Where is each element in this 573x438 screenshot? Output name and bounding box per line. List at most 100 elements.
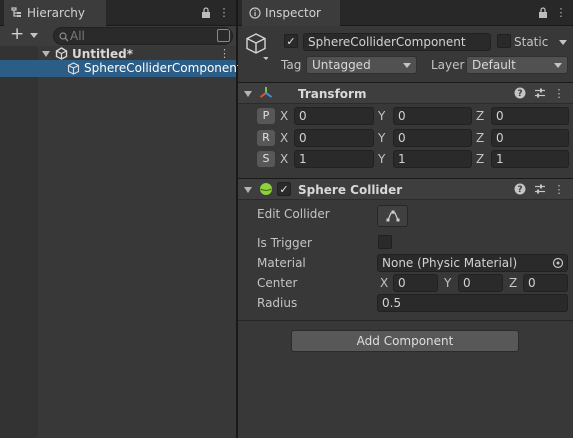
info-icon bbox=[248, 7, 261, 20]
cube-icon bbox=[67, 62, 80, 78]
transform-title: Transform bbox=[298, 87, 367, 101]
presets-icon[interactable] bbox=[533, 182, 547, 196]
chevron-down-icon bbox=[554, 63, 562, 68]
material-value: None (Physic Material) bbox=[382, 256, 518, 270]
kebab-menu-icon[interactable]: ⋮ bbox=[217, 5, 231, 19]
tab-inspector-label: Inspector bbox=[265, 6, 321, 20]
object-name-field[interactable]: SphereColliderComponent bbox=[303, 33, 491, 51]
static-dropdown-icon[interactable] bbox=[559, 40, 567, 45]
sphere-collider-foldout-icon[interactable] bbox=[244, 187, 252, 193]
lock-icon[interactable] bbox=[199, 5, 213, 19]
component-divider bbox=[238, 320, 573, 321]
edit-collider-label: Edit Collider bbox=[257, 207, 330, 221]
rotation-x-field[interactable]: 0 bbox=[294, 129, 374, 147]
object-picker-icon[interactable] bbox=[552, 257, 564, 271]
scale-z-field[interactable]: 1 bbox=[491, 150, 569, 168]
radius-field[interactable]: 0.5 bbox=[377, 294, 568, 312]
list-item[interactable]: SphereColliderComponent bbox=[0, 60, 242, 78]
center-z-field[interactable]: 0 bbox=[523, 274, 568, 292]
transform-scale-row: S X 1 Y 1 Z 1 bbox=[238, 150, 573, 170]
active-checkbox[interactable]: ✓ bbox=[284, 34, 298, 48]
kebab-menu-icon[interactable]: ⋮ bbox=[554, 5, 568, 19]
tab-hierarchy[interactable]: Hierarchy bbox=[4, 0, 106, 26]
tab-hierarchy-label: Hierarchy bbox=[27, 6, 86, 20]
tag-value: Untagged bbox=[312, 58, 371, 72]
transform-foldout-icon[interactable] bbox=[244, 91, 252, 97]
axis-label-x: X bbox=[280, 152, 289, 166]
hierarchy-icon bbox=[10, 7, 23, 20]
hierarchy-tab-bar: Hierarchy ⋮ bbox=[0, 0, 236, 26]
tag-label: Tag bbox=[281, 58, 302, 72]
transform-position-row: P X 0 Y 0 Z 0 bbox=[238, 107, 573, 127]
hierarchy-panel: Hierarchy ⋮ + All Untitled* ⋮ SphereColl… bbox=[0, 0, 242, 438]
rotation-z-field[interactable]: 0 bbox=[491, 129, 569, 147]
scale-x-field[interactable]: 1 bbox=[294, 150, 374, 168]
radius-label: Radius bbox=[257, 296, 298, 310]
gameobject-cube-icon[interactable] bbox=[246, 32, 269, 65]
axis-label-x: X bbox=[380, 276, 389, 290]
static-label: Static bbox=[514, 35, 549, 49]
sphere-collider-enabled-checkbox[interactable]: ✓ bbox=[277, 182, 291, 196]
sphere-collider-title: Sphere Collider bbox=[298, 183, 403, 197]
axis-label-y: Y bbox=[444, 276, 452, 290]
material-field[interactable]: None (Physic Material) bbox=[377, 254, 568, 272]
search-icon bbox=[59, 30, 69, 44]
axis-label-x: X bbox=[280, 109, 289, 123]
axis-label-z: Z bbox=[476, 109, 485, 123]
center-label: Center bbox=[257, 276, 298, 290]
sphere-collider-icon bbox=[259, 182, 273, 199]
transform-rotation-row: R X 0 Y 0 Z 0 bbox=[238, 129, 573, 149]
center-y-field[interactable]: 0 bbox=[458, 274, 503, 292]
is-trigger-label: Is Trigger bbox=[257, 236, 312, 250]
static-checkbox[interactable] bbox=[497, 34, 511, 48]
kebab-menu-icon[interactable]: ⋮ bbox=[552, 86, 566, 100]
position-y-field[interactable]: 0 bbox=[393, 107, 472, 125]
position-z-field[interactable]: 0 bbox=[491, 107, 569, 125]
position-button[interactable]: P bbox=[257, 108, 275, 124]
layer-dropdown[interactable]: Default bbox=[466, 56, 568, 74]
scale-y-field[interactable]: 1 bbox=[393, 150, 472, 168]
plus-icon[interactable]: + bbox=[10, 26, 24, 43]
axis-label-y: Y bbox=[378, 152, 386, 166]
scene-foldout-icon[interactable] bbox=[42, 51, 50, 57]
hierarchy-toolbar: + All bbox=[0, 26, 236, 46]
axis-label-z: Z bbox=[476, 131, 485, 145]
list-item-label: SphereColliderComponent bbox=[84, 61, 242, 75]
search-options-icon[interactable] bbox=[217, 29, 230, 42]
material-label: Material bbox=[257, 256, 306, 270]
edit-collider-icon bbox=[386, 210, 400, 225]
rotation-y-field[interactable]: 0 bbox=[393, 129, 472, 147]
inspector-tab-bar: Inspector ⋮ bbox=[238, 0, 573, 26]
is-trigger-checkbox[interactable] bbox=[378, 235, 392, 249]
layer-label: Layer bbox=[431, 58, 465, 72]
axis-label-x: X bbox=[280, 131, 289, 145]
svg-text:?: ? bbox=[517, 185, 522, 195]
presets-icon[interactable] bbox=[533, 86, 547, 100]
axis-label-y: Y bbox=[378, 109, 386, 123]
chevron-down-icon bbox=[403, 63, 411, 68]
edit-collider-button[interactable] bbox=[377, 205, 408, 227]
hierarchy-tree: Untitled* ⋮ SphereColliderComponent bbox=[0, 46, 242, 438]
layer-value: Default bbox=[472, 58, 516, 72]
tag-dropdown[interactable]: Untagged bbox=[306, 56, 417, 74]
kebab-menu-icon[interactable]: ⋮ bbox=[552, 182, 566, 196]
axis-label-z: Z bbox=[509, 276, 518, 290]
search-input[interactable]: All bbox=[53, 27, 233, 45]
tab-inspector[interactable]: Inspector bbox=[242, 0, 340, 26]
center-x-field[interactable]: 0 bbox=[393, 274, 438, 292]
axis-label-z: Z bbox=[476, 152, 485, 166]
scale-button[interactable]: S bbox=[257, 151, 275, 167]
tree-left-gutter bbox=[0, 46, 38, 438]
add-component-button[interactable]: Add Component bbox=[291, 330, 519, 352]
search-placeholder: All bbox=[70, 29, 85, 43]
svg-text:?: ? bbox=[517, 89, 522, 99]
lock-icon[interactable] bbox=[536, 5, 550, 19]
rotation-button[interactable]: R bbox=[257, 130, 275, 146]
position-x-field[interactable]: 0 bbox=[294, 107, 374, 125]
help-icon[interactable]: ? bbox=[513, 182, 527, 196]
transform-icon bbox=[259, 86, 273, 103]
help-icon[interactable]: ? bbox=[513, 86, 527, 100]
sphere-collider-header[interactable]: ✓ Sphere Collider ? ⋮ bbox=[238, 178, 573, 200]
chevron-down-icon[interactable] bbox=[30, 33, 38, 38]
transform-header[interactable]: Transform ? ⋮ bbox=[238, 82, 573, 104]
